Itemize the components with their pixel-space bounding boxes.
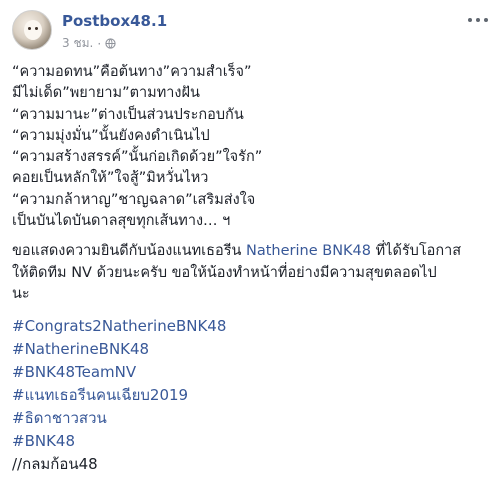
more-options-icon[interactable] bbox=[468, 14, 488, 26]
poem-line: “ความมานะ”ต่างเป็นส่วนประกอบกัน bbox=[12, 106, 244, 123]
meta-separator: · bbox=[97, 36, 102, 51]
more-dot bbox=[468, 18, 472, 22]
poem-line: “ความสร้างสรรค์”นั้นก่อเกิดด้วย”ใจรัก” bbox=[12, 149, 263, 166]
signature-text: //กลมก้อน48 bbox=[12, 455, 98, 474]
hashtag-link[interactable]: #ธิดาชาวสวน bbox=[12, 407, 488, 430]
mention-link[interactable]: Natherine BNK48 bbox=[246, 243, 371, 259]
avatar-eye bbox=[35, 27, 38, 30]
hashtag-link[interactable]: #BNK48 bbox=[12, 430, 488, 453]
author-avatar[interactable] bbox=[12, 10, 52, 50]
poem-line: “ความกล้าหาญ”ชาญฉลาด”เสริมส่งใจ bbox=[12, 191, 256, 208]
hashtag-link[interactable]: #Congrats2NatherineBNK48 bbox=[12, 315, 488, 338]
more-dot bbox=[484, 18, 488, 22]
globe-icon[interactable] bbox=[105, 38, 116, 49]
hashtag-link[interactable]: #BNK48TeamNV bbox=[12, 361, 488, 384]
congrats-line: ขอแสดงความยินดีกับน้องแนทเธอรีน Natherin… bbox=[12, 241, 488, 262]
poem-line: “ความมุ่งมั่น”นั้นยังคงดำเนินไป bbox=[12, 127, 210, 144]
hashtag-link[interactable]: #แนทเธอรีนคนเฉียบ2019 bbox=[12, 384, 488, 407]
hashtag-list: #Congrats2NatherineBNK48 #NatherineBNK48… bbox=[12, 315, 488, 476]
congrats-line: ให้ติดทีม NV ด้วยนะครับ ขอให้น้องทำหน้าท… bbox=[12, 264, 437, 281]
more-dot bbox=[476, 18, 480, 22]
poem-line: มีไม่เด็ด”พยายาม”ตามทางฝัน bbox=[12, 85, 200, 102]
author-name[interactable]: Postbox48.1 bbox=[62, 12, 167, 30]
post-header: Postbox48.1 3 ชม. · bbox=[12, 10, 488, 54]
post-meta: 3 ชม. · bbox=[62, 34, 116, 53]
poem-line: คอยเป็นหลักให้”ใจสู้”มิหวั่นไหว bbox=[12, 170, 209, 187]
avatar-eye bbox=[28, 27, 31, 30]
poem-line: เป็นบันไดบันดาลสุขทุกเส้นทาง… ฯ bbox=[12, 213, 231, 230]
post-timestamp[interactable]: 3 ชม. bbox=[62, 34, 93, 53]
congrats-line: นะ bbox=[12, 285, 30, 302]
post-content: “ความอดทน”คือต้นทาง”ความสำเร็จ” มีไม่เด็… bbox=[12, 62, 488, 476]
congrats-text-after: ที่ได้รับโอกาส bbox=[371, 243, 462, 260]
hashtag-link[interactable]: #NatherineBNK48 bbox=[12, 338, 488, 361]
poem-line: “ความอดทน”คือต้นทาง”ความสำเร็จ” bbox=[12, 64, 252, 80]
facebook-post: Postbox48.1 3 ชม. · “ความอดทน”คือต้นทาง”… bbox=[0, 0, 500, 478]
avatar-face bbox=[24, 20, 42, 40]
congrats-text-before: ขอแสดงความยินดีกับน้องแนทเธอรีน bbox=[12, 243, 247, 260]
